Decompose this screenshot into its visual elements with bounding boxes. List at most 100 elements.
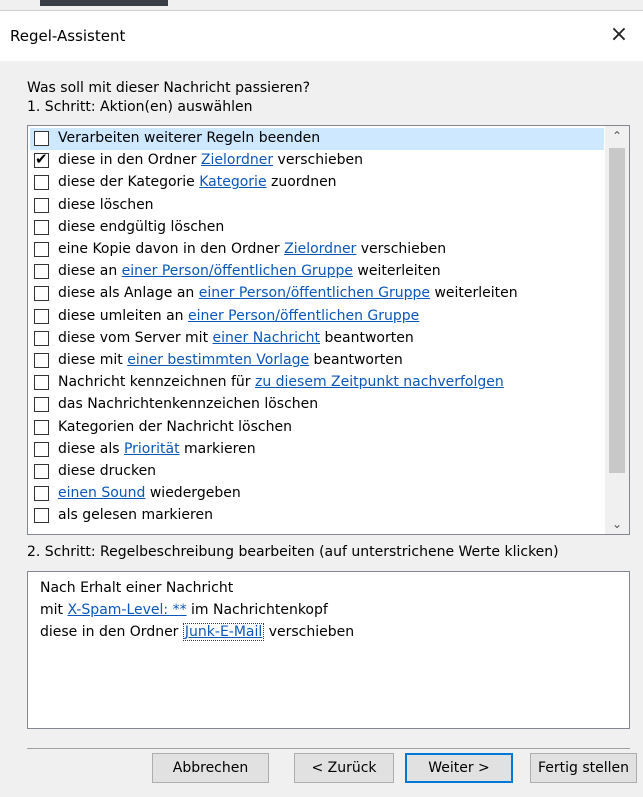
action-item[interactable]: diese an einer Person/öffentlichen Grupp…: [30, 261, 604, 283]
separator: [27, 748, 630, 749]
action-item[interactable]: diese vom Server mit einer Nachricht bea…: [30, 328, 604, 350]
action-label: diese in den Ordner Zielordner verschieb…: [58, 152, 363, 168]
rules-wizard-dialog: Regel-Assistent × Was soll mit dieser Na…: [0, 10, 643, 797]
action-value-link[interactable]: einer bestimmten Vorlage: [127, 352, 309, 368]
action-text: diese endgültig löschen: [58, 218, 225, 235]
action-text: diese in den Ordner: [58, 152, 201, 169]
action-value-link[interactable]: Priorität: [124, 441, 180, 457]
action-value-link[interactable]: Zielordner: [201, 152, 273, 168]
action-text: diese drucken: [58, 463, 157, 479]
action-text: Kategorien der Nachricht löschen: [58, 418, 292, 435]
action-text: Nachricht kennzeichnen für: [58, 374, 255, 391]
action-item[interactable]: eine Kopie davon in den Ordner Zielordne…: [30, 239, 604, 261]
action-checkbox[interactable]: [34, 464, 49, 479]
action-label: Nachricht kennzeichnen für zu diesem Zei…: [58, 374, 504, 390]
action-checkbox[interactable]: [34, 308, 49, 324]
next-button[interactable]: Weiter >: [405, 753, 513, 783]
action-text: wiedergeben: [145, 485, 241, 502]
finish-button[interactable]: Fertig stellen: [530, 753, 637, 783]
action-text: diese als Anlage an: [58, 285, 199, 302]
action-text: eine Kopie davon in den Ordner: [58, 241, 285, 257]
action-label: diese drucken: [58, 463, 156, 479]
action-item[interactable]: diese drucken: [30, 461, 604, 483]
action-item[interactable]: diese der Kategorie Kategorie zuordnen: [30, 172, 604, 194]
action-checkbox[interactable]: [34, 486, 49, 502]
action-value-link[interactable]: zu diesem Zeitpunkt nachverfolgen: [255, 374, 504, 390]
action-text: beantworten: [309, 352, 403, 368]
action-item[interactable]: Verarbeiten weiterer Regeln beenden: [30, 128, 604, 150]
action-checkbox[interactable]: [34, 375, 49, 391]
action-checkbox[interactable]: ✔: [34, 150, 49, 169]
actions-listbox[interactable]: Verarbeiten weiterer Regeln beenden ✔ dies…: [27, 125, 630, 535]
action-item[interactable]: Kategorien der Nachricht löschen: [30, 417, 604, 439]
step1-label: 1. Schritt: Aktion(en) auswählen: [27, 99, 253, 115]
cancel-button[interactable]: Abbrechen: [152, 753, 269, 783]
action-value-link[interactable]: Kategorie: [199, 174, 266, 190]
action-checkbox[interactable]: [34, 197, 49, 213]
action-label: diese löschen: [58, 197, 154, 213]
action-checkbox[interactable]: [34, 397, 49, 413]
action-text: diese der Kategorie: [58, 174, 200, 191]
action-item[interactable]: diese als Anlage an einer Person/öffentl…: [30, 283, 604, 305]
action-label: diese mit einer bestimmten Vorlage beant…: [58, 352, 403, 368]
action-label: einen Sound wiedergeben: [58, 485, 241, 501]
action-item[interactable]: diese endgültig löschen: [30, 217, 604, 239]
action-item[interactable]: als gelesen markieren: [30, 505, 604, 527]
action-checkbox[interactable]: [34, 330, 49, 346]
action-checkbox[interactable]: [34, 264, 49, 280]
dialog-title: Regel-Assistent: [10, 27, 126, 45]
action-value-link[interactable]: einen Sound: [58, 485, 145, 501]
close-icon[interactable]: ×: [603, 19, 635, 51]
action-label: diese der Kategorie Kategorie zuordnen: [58, 174, 337, 190]
action-item[interactable]: diese als Priorität markieren: [30, 439, 604, 461]
action-checkbox[interactable]: [34, 131, 49, 146]
action-checkbox[interactable]: [34, 286, 49, 302]
title-bar: Regel-Assistent ×: [0, 11, 643, 61]
action-item[interactable]: Nachricht kennzeichnen für zu diesem Zei…: [30, 372, 604, 394]
action-checkbox[interactable]: [34, 508, 49, 524]
action-checkbox[interactable]: [34, 219, 49, 235]
action-text: diese mit: [58, 352, 128, 368]
action-text: diese an: [58, 263, 122, 280]
action-text: das Nachrichtenkennzeichen löschen: [58, 396, 319, 413]
scroll-down-icon[interactable]: ⌄: [605, 514, 629, 534]
back-button[interactable]: < Zurück: [294, 753, 394, 783]
action-checkbox[interactable]: [34, 242, 49, 257]
action-item[interactable]: diese löschen: [30, 195, 604, 217]
description-text: im Nachrichtenkopf: [186, 602, 328, 618]
action-value-link[interactable]: Zielordner: [284, 241, 356, 257]
target-folder-link[interactable]: Junk-E-Mail: [182, 623, 265, 641]
action-item[interactable]: das Nachrichtenkennzeichen löschen: [30, 394, 604, 416]
background-strip: [0, 0, 643, 10]
action-text: verschieben: [356, 241, 447, 257]
action-value-link[interactable]: einer Person/öffentlichen Gruppe: [199, 285, 430, 301]
description-line-2: mit X-Spam-Level: ** im Nachrichtenkopf: [40, 602, 328, 618]
action-text: zuordnen: [266, 174, 337, 191]
action-checkbox[interactable]: [34, 353, 49, 368]
action-label: eine Kopie davon in den Ordner Zielordne…: [58, 241, 446, 257]
description-text: verschieben: [264, 624, 355, 640]
rule-description-box: Nach Erhalt einer Nachricht mit X-Spam-L…: [27, 571, 630, 729]
action-value-link[interactable]: einer Person/öffentlichen Gruppe: [122, 263, 353, 279]
vertical-scrollbar[interactable]: ⌃ ⌄: [605, 126, 629, 534]
action-checkbox[interactable]: [34, 419, 49, 435]
action-checkbox[interactable]: [34, 441, 49, 457]
description-line-3: diese in den Ordner Junk-E-Mail verschie…: [40, 623, 355, 641]
action-label: Kategorien der Nachricht löschen: [58, 419, 292, 435]
action-value-link[interactable]: einer Nachricht: [213, 330, 321, 346]
action-item[interactable]: einen Sound wiedergeben: [30, 483, 604, 505]
scroll-thumb[interactable]: [609, 148, 625, 473]
scroll-up-icon[interactable]: ⌃: [605, 126, 629, 146]
action-value-link[interactable]: einer Person/öffentlichen Gruppe: [188, 308, 419, 324]
action-text: verschieben: [273, 152, 363, 169]
action-label: als gelesen markieren: [58, 507, 213, 523]
action-text: diese löschen: [58, 196, 154, 213]
action-item[interactable]: ✔ diese in den Ordner Zielordner verschie…: [30, 150, 604, 172]
description-text: diese in den Ordner: [40, 624, 183, 640]
action-text: weiterleiten: [430, 285, 518, 302]
action-item[interactable]: diese umleiten an einer Person/öffentlic…: [30, 306, 604, 328]
action-checkbox[interactable]: [34, 175, 49, 191]
action-item[interactable]: diese mit einer bestimmten Vorlage beant…: [30, 350, 604, 372]
header-value-link[interactable]: X-Spam-Level: **: [67, 602, 186, 618]
checkmark-icon: ✔: [35, 150, 48, 169]
